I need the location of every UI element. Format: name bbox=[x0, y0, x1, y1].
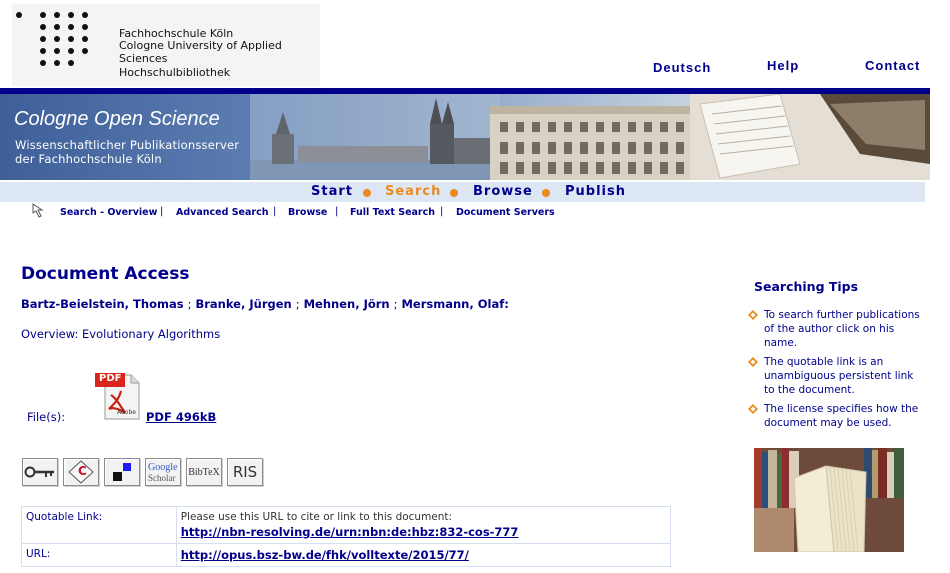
pdf-download-link[interactable]: PDF 496kB bbox=[146, 410, 216, 424]
tip-text: The quotable link is an unambiguous pers… bbox=[764, 356, 914, 396]
subnav-separator: | bbox=[440, 206, 444, 217]
author-separator: ; bbox=[187, 297, 192, 311]
main-nav: Start Search Browse Publish bbox=[0, 182, 925, 202]
subnav-separator: | bbox=[160, 206, 164, 217]
author-separator: ; bbox=[393, 297, 398, 311]
author-link[interactable]: Mehnen, Jörn bbox=[304, 297, 390, 311]
bibtex-button[interactable]: BibTeX bbox=[186, 458, 222, 486]
cityscape-illustration bbox=[250, 94, 930, 180]
squares-button[interactable] bbox=[104, 458, 140, 486]
subnav-separator: | bbox=[273, 206, 277, 217]
nav-separator-dot bbox=[542, 189, 550, 197]
logo-dots-icon bbox=[16, 10, 100, 70]
nav-separator-dot bbox=[450, 189, 458, 197]
diamond-bullet-icon bbox=[748, 310, 758, 320]
list-item: The quotable link is an unambiguous pers… bbox=[748, 355, 923, 397]
bibtex-label: BibTeX bbox=[188, 466, 220, 478]
banner-subtitle: Wissenschaftlicher Publikationsserver bbox=[15, 138, 240, 152]
pointer-arrow-icon bbox=[32, 203, 44, 218]
diamond-bullet-icon bbox=[748, 357, 758, 367]
pdf-icon-label: PDF bbox=[99, 373, 122, 384]
logo-text-library: Hochschulbibliothek bbox=[119, 66, 231, 79]
subnav-separator: | bbox=[335, 206, 339, 217]
tip-text: To search further publications of the au… bbox=[764, 309, 920, 349]
author-link[interactable]: Mersmann, Olaf bbox=[401, 297, 504, 311]
ris-button[interactable]: RIS bbox=[227, 458, 263, 486]
table-row: Quotable Link: Please use this URL to ci… bbox=[21, 506, 672, 544]
banner-subtitle-2: der Fachhochschule Köln bbox=[15, 152, 162, 166]
author-separator: ; bbox=[295, 297, 300, 311]
author-list-end: : bbox=[504, 297, 509, 311]
page-title: Document Access bbox=[21, 264, 190, 284]
author-list: Bartz-Beielstein, Thomas; Branke, Jürgen;… bbox=[21, 297, 509, 311]
banner-title: Cologne Open Science bbox=[14, 108, 220, 130]
link-table: Quotable Link: Please use this URL to ci… bbox=[21, 506, 672, 567]
table-cell-label: URL: bbox=[21, 543, 177, 567]
bookshelf-image bbox=[754, 448, 904, 553]
nav-separator-dot bbox=[363, 189, 371, 197]
citation-button[interactable]: C bbox=[63, 458, 99, 486]
language-link-deutsch[interactable]: Deutsch bbox=[653, 60, 711, 75]
help-link[interactable]: Help bbox=[767, 58, 799, 73]
nav-start[interactable]: Start bbox=[311, 184, 353, 199]
banner: Cologne Open Science Wissenschaftlicher … bbox=[0, 94, 930, 180]
squares-icon bbox=[113, 463, 131, 481]
subnav-advanced-search[interactable]: Advanced Search bbox=[176, 207, 268, 218]
table-row: URL: http://opus.bsz-bw.de/fhk/volltexte… bbox=[21, 543, 672, 567]
list-item: To search further publications of the au… bbox=[748, 308, 923, 350]
author-link[interactable]: Branke, Jürgen bbox=[195, 297, 291, 311]
nav-search[interactable]: Search bbox=[385, 184, 441, 199]
google-scholar-label: Google bbox=[148, 462, 178, 473]
sub-nav: Search - Overview | Advanced Search | Br… bbox=[30, 202, 630, 222]
list-item: The license specifies how the document m… bbox=[748, 402, 923, 430]
adobe-brand-label: Adobe bbox=[117, 409, 136, 416]
table-cell-label: Quotable Link: bbox=[21, 506, 177, 544]
nav-browse[interactable]: Browse bbox=[473, 184, 533, 199]
document-subtitle: Overview: Evolutionary Algorithms bbox=[21, 327, 221, 341]
tips-list: To search further publications of the au… bbox=[748, 308, 923, 435]
subnav-search-overview[interactable]: Search - Overview bbox=[60, 207, 157, 218]
sidebar-title: Searching Tips bbox=[754, 279, 859, 294]
contact-link[interactable]: Contact bbox=[865, 58, 920, 73]
google-scholar-label: Scholar bbox=[148, 473, 176, 483]
subnav-browse[interactable]: Browse bbox=[288, 207, 327, 218]
university-logo[interactable]: Fachhochschule Köln Cologne University o… bbox=[12, 4, 320, 86]
tip-text: The license specifies how the document m… bbox=[764, 403, 919, 429]
diamond-bullet-icon bbox=[748, 404, 758, 414]
table-cell-value: http://opus.bsz-bw.de/fhk/volltexte/2015… bbox=[175, 543, 672, 567]
key-button[interactable] bbox=[22, 458, 58, 486]
subnav-full-text-search[interactable]: Full Text Search bbox=[350, 207, 435, 218]
table-cell-value: Please use this URL to cite or link to t… bbox=[175, 506, 672, 544]
key-icon bbox=[24, 466, 54, 478]
document-url-link[interactable]: http://opus.bsz-bw.de/fhk/volltexte/2015… bbox=[181, 548, 469, 562]
nav-publish[interactable]: Publish bbox=[565, 184, 626, 199]
subnav-document-servers[interactable]: Document Servers bbox=[456, 207, 555, 218]
logo-text-university-en: Cologne University of Applied Sciences bbox=[119, 39, 282, 65]
files-label: File(s): bbox=[27, 410, 66, 424]
cite-note: Please use this URL to cite or link to t… bbox=[180, 511, 453, 523]
ris-label: RIS bbox=[232, 463, 258, 481]
author-link[interactable]: Bartz-Beielstein, Thomas bbox=[21, 297, 184, 311]
quotable-link[interactable]: http://nbn-resolving.de/urn:nbn:de:hbz:8… bbox=[181, 525, 519, 539]
citation-label: C bbox=[78, 464, 87, 478]
pdf-file-icon[interactable]: PDF Adobe bbox=[95, 371, 143, 421]
google-scholar-button[interactable]: Google Scholar bbox=[145, 458, 181, 486]
